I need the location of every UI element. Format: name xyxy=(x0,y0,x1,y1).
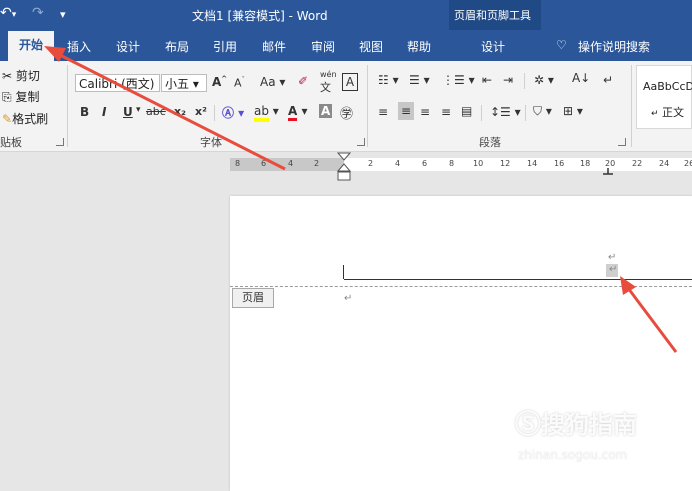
watermark-url: zhinan.sogou.com xyxy=(518,448,628,462)
watermark-logo: Ⓢ搜狗指南 xyxy=(515,410,638,440)
watermark-text: 搜狗指南 xyxy=(541,411,638,439)
arrow-head-icon xyxy=(620,276,636,295)
arrow-to-home-tab xyxy=(57,52,286,171)
arrow-head-icon xyxy=(44,46,66,62)
arrow-to-paragraph-mark xyxy=(626,287,678,353)
